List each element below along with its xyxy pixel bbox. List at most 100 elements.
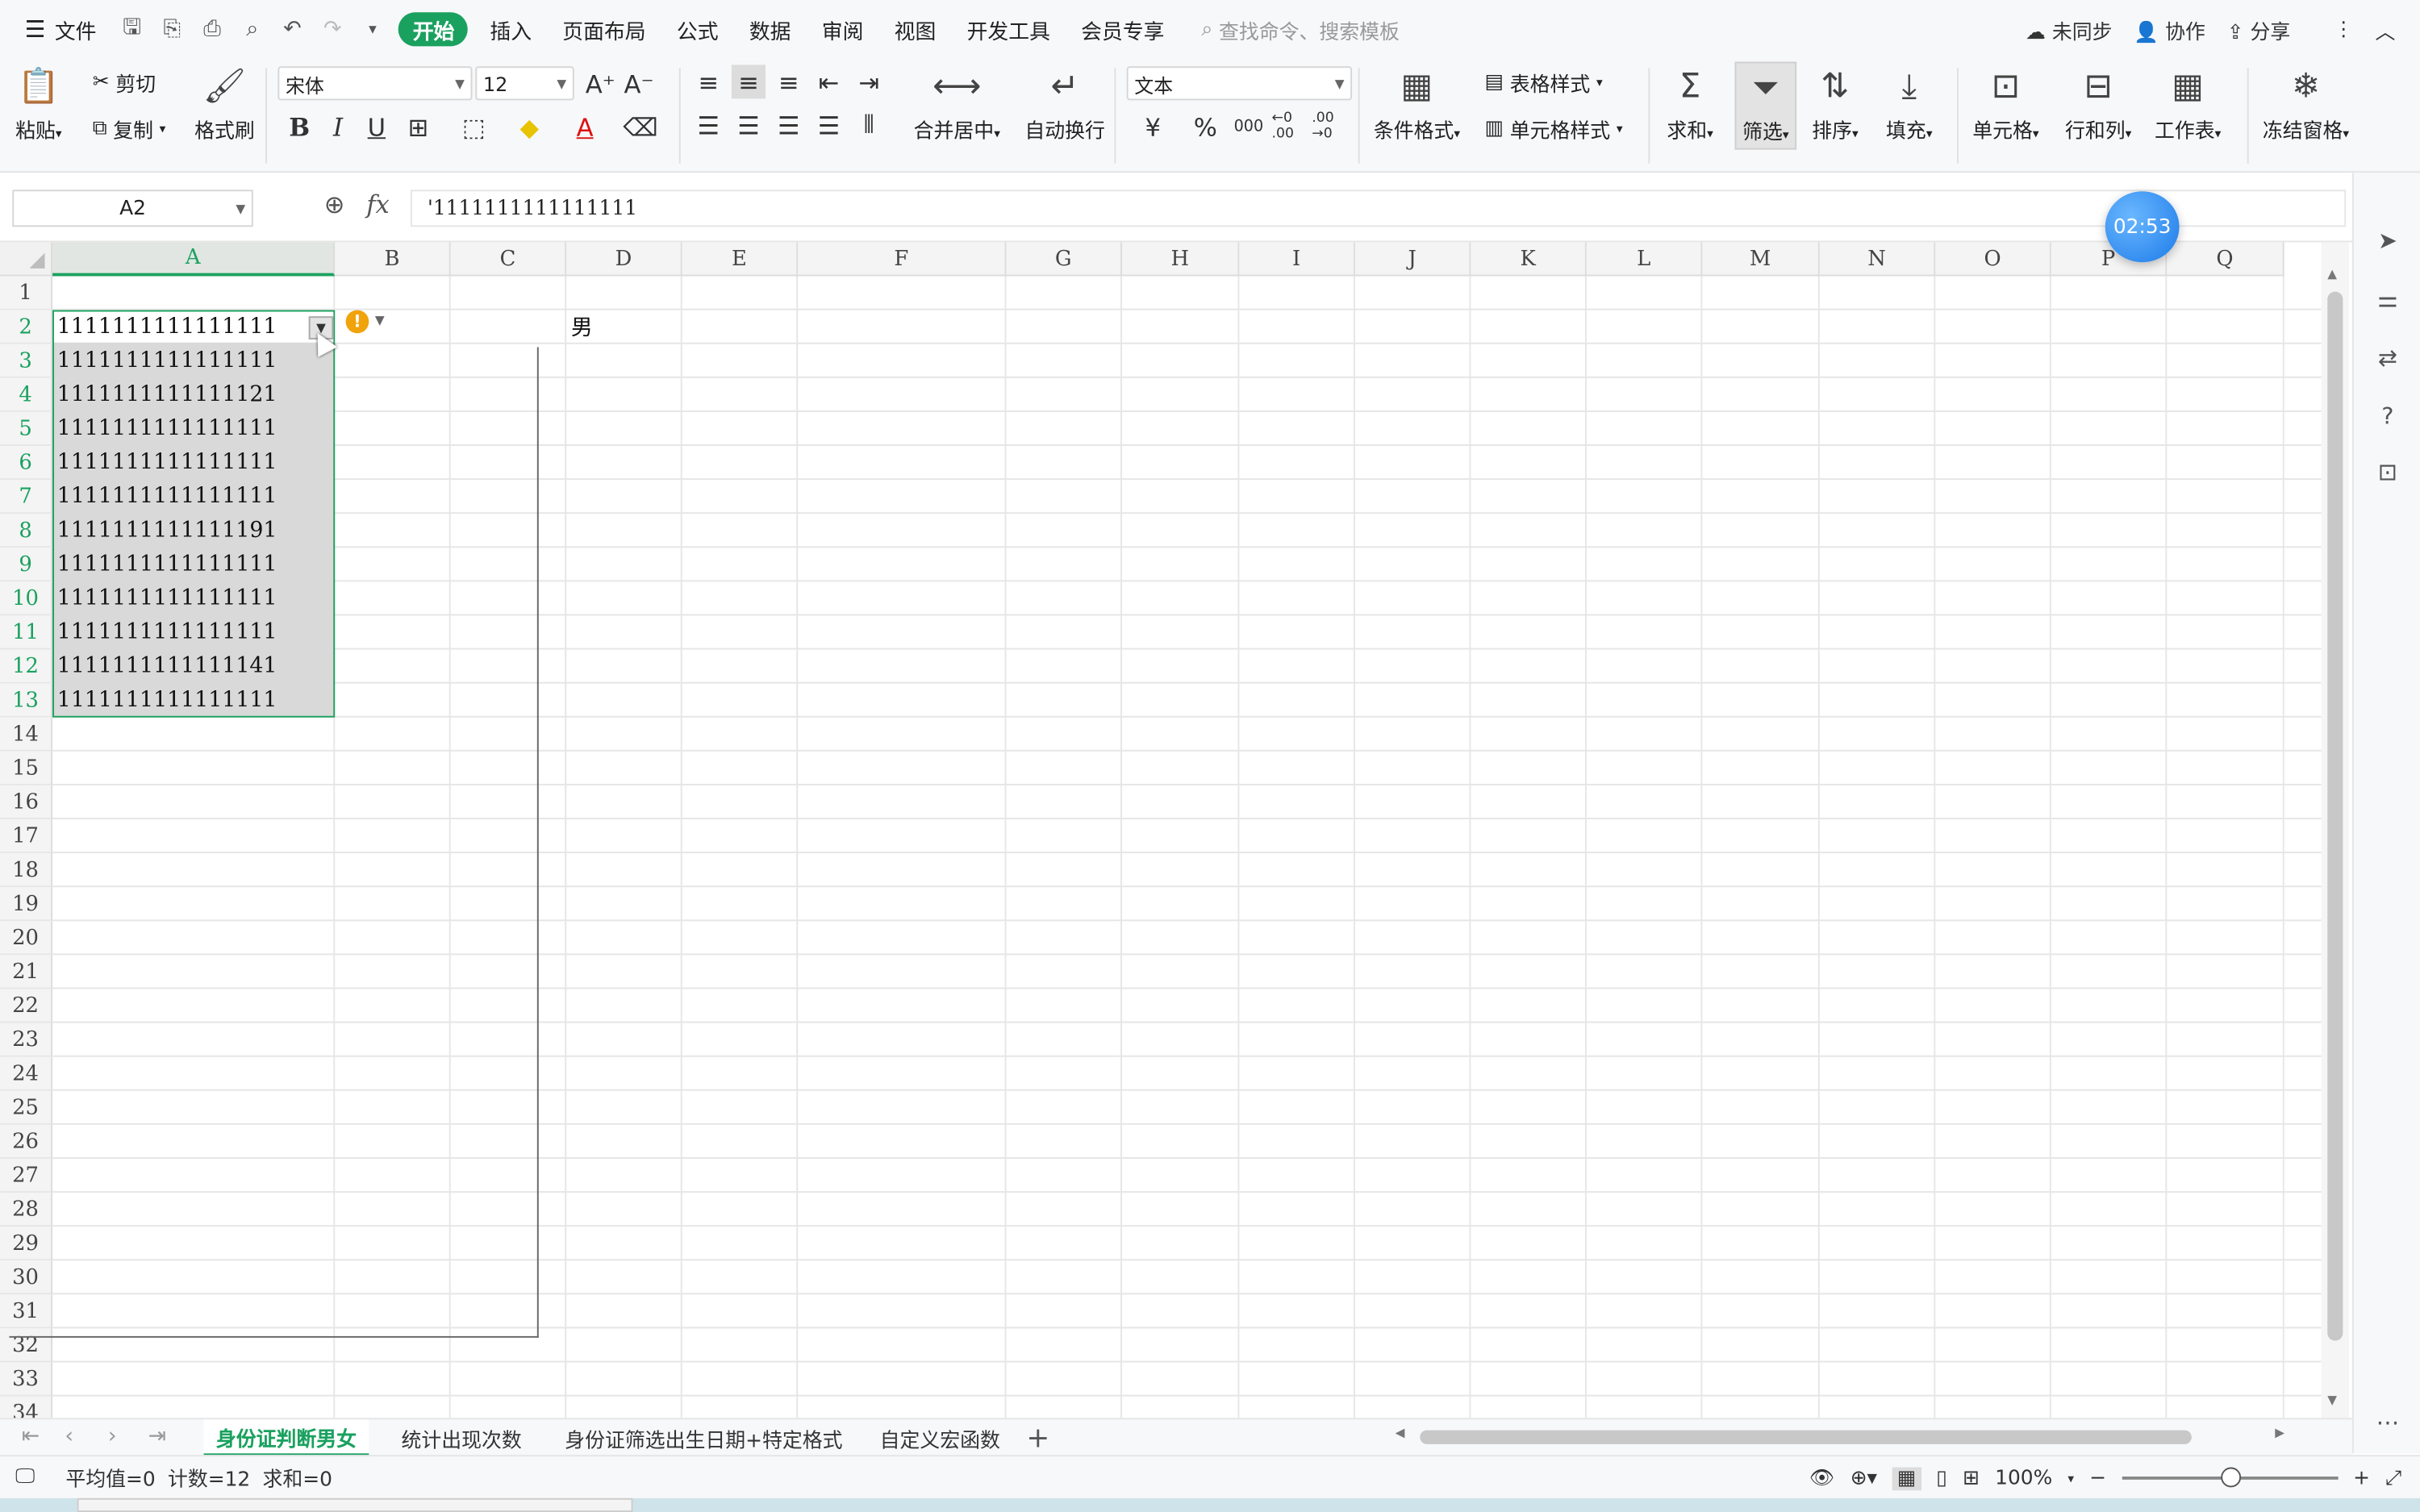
- column-header-i[interactable]: I: [1239, 242, 1355, 277]
- column-header-g[interactable]: G: [1006, 242, 1122, 277]
- cell-d2[interactable]: 男: [566, 310, 682, 344]
- file-menu[interactable]: ☰ 文件: [0, 0, 112, 59]
- scroll-right-icon[interactable]: ▶: [2275, 1426, 2284, 1439]
- first-sheet-icon[interactable]: ⇤: [22, 1424, 40, 1449]
- align-right-icon[interactable]: ☰: [772, 108, 806, 142]
- tab-member[interactable]: 会员专享: [1066, 0, 1180, 59]
- scroll-down-icon[interactable]: ▼: [2327, 1393, 2337, 1407]
- sort-button[interactable]: ⇅ 排序▾: [1812, 65, 1858, 144]
- print-icon[interactable]: ⎙: [192, 0, 232, 59]
- fullscreen-icon[interactable]: ⤢: [2385, 1467, 2401, 1490]
- collab-button[interactable]: 👤 协作: [2134, 15, 2205, 44]
- tab-data[interactable]: 数据: [734, 0, 807, 59]
- column-header-e[interactable]: E: [682, 242, 799, 277]
- row-header-2[interactable]: 2: [0, 310, 53, 344]
- format-painter-button[interactable]: 🖌 格式刷: [194, 65, 255, 144]
- bold-icon[interactable]: B: [282, 110, 316, 144]
- underline-icon[interactable]: U: [360, 110, 394, 144]
- align-middle-icon[interactable]: ≡: [731, 65, 766, 99]
- column-header-n[interactable]: N: [1819, 242, 1936, 277]
- wrap-text-button[interactable]: ↵ 自动换行: [1024, 65, 1105, 144]
- sum-button[interactable]: Σ 求和▾: [1667, 65, 1713, 144]
- normal-view-icon[interactable]: ▦: [1892, 1466, 1921, 1490]
- column-header-m[interactable]: M: [1702, 242, 1820, 277]
- tab-developer[interactable]: 开发工具: [951, 0, 1066, 59]
- align-center-icon[interactable]: ☰: [732, 108, 766, 142]
- thousands-button[interactable]: 000: [1229, 110, 1269, 144]
- sync-button[interactable]: ☁ 未同步: [2026, 15, 2112, 44]
- decrease-indent-icon[interactable]: ⇤: [812, 65, 845, 98]
- tab-home[interactable]: 开始: [398, 12, 469, 47]
- justify-icon[interactable]: ☰: [812, 108, 845, 142]
- column-header-f[interactable]: F: [798, 242, 1007, 277]
- font-color-icon[interactable]: A: [568, 110, 602, 144]
- italic-icon[interactable]: I: [321, 110, 355, 144]
- cut-button[interactable]: ✂ 剪切: [93, 68, 156, 98]
- column-header-h[interactable]: H: [1121, 242, 1240, 277]
- customize-toolbar-icon[interactable]: ▾: [353, 0, 393, 59]
- last-sheet-icon[interactable]: ⇥: [148, 1424, 166, 1449]
- warning-menu-arrow[interactable]: ▼: [375, 313, 385, 327]
- scroll-up-icon[interactable]: ▲: [2327, 267, 2337, 281]
- row-header-34[interactable]: 34: [0, 1396, 53, 1418]
- column-header-l[interactable]: L: [1586, 242, 1703, 277]
- column-header-d[interactable]: D: [566, 242, 682, 277]
- macro-record-icon[interactable]: 🖵: [15, 1466, 35, 1489]
- cell-a2[interactable]: 1111111111111111: [52, 310, 309, 344]
- merge-center-button[interactable]: ⟷ 合并居中▾: [914, 65, 1000, 144]
- save-icon[interactable]: 🖫: [112, 0, 152, 59]
- tab-review[interactable]: 审阅: [807, 0, 879, 59]
- column-header-q[interactable]: Q: [2167, 242, 2284, 277]
- align-top-icon[interactable]: ≡: [691, 65, 725, 98]
- cell-button[interactable]: ⊡ 单元格▾: [1972, 65, 2038, 144]
- font-size-select[interactable]: 12 ▼: [475, 66, 574, 101]
- increase-indent-icon[interactable]: ⇥: [852, 65, 886, 98]
- sheet-grid[interactable]: ABCDEFGHIJKLMNOPQ 1 2 3 4 5 6 7 8 9 10 11 12 13 14 15 1…: [0, 242, 2322, 1418]
- align-left-icon[interactable]: ☰: [691, 108, 725, 142]
- reading-mode-icon[interactable]: ⊕▾: [1850, 1467, 1877, 1490]
- redo-icon[interactable]: ↷: [312, 0, 353, 59]
- help-icon[interactable]: ?: [2372, 401, 2403, 431]
- fill-button[interactable]: ⤓ 填充▾: [1886, 65, 1932, 144]
- print-preview-icon[interactable]: ⌕: [232, 0, 273, 59]
- sheet-tab-1[interactable]: 身份证判断男女: [203, 1419, 369, 1457]
- next-sheet-icon[interactable]: ›: [108, 1424, 117, 1449]
- row-header-33[interactable]: 33: [0, 1362, 53, 1397]
- increase-font-icon[interactable]: A⁺: [583, 66, 617, 100]
- column-header-c[interactable]: C: [450, 242, 567, 277]
- more-icon[interactable]: ⋮: [2334, 18, 2354, 41]
- paste-button[interactable]: 📋 粘贴▾: [15, 65, 61, 144]
- freeze-panes-button[interactable]: ❄ 冻结窗格▾: [2263, 65, 2349, 144]
- row-header-1[interactable]: 1: [0, 276, 53, 310]
- scroll-left-icon[interactable]: ◀: [1396, 1426, 1405, 1439]
- font-name-select[interactable]: 宋体 ▼: [277, 66, 473, 101]
- pointer-icon[interactable]: ➤: [2372, 225, 2403, 256]
- collapse-ribbon-icon[interactable]: ︿: [2376, 15, 2396, 44]
- zoom-out-icon[interactable]: −: [2089, 1467, 2106, 1490]
- align-bottom-icon[interactable]: ≡: [772, 65, 806, 98]
- column-header-k[interactable]: K: [1471, 242, 1587, 277]
- filter-button[interactable]: ⏷ 筛选▾: [1734, 61, 1797, 150]
- decrease-font-icon[interactable]: A⁻: [622, 66, 656, 100]
- transform-icon[interactable]: ⇄: [2372, 343, 2403, 373]
- column-header-o[interactable]: O: [1935, 242, 2051, 277]
- prev-sheet-icon[interactable]: ‹: [65, 1424, 73, 1449]
- formula-input[interactable]: '1111111111111111: [410, 190, 2347, 227]
- add-sheet-icon[interactable]: +: [1026, 1419, 1049, 1456]
- warning-icon[interactable]: !: [345, 310, 369, 334]
- select-all-corner[interactable]: [0, 242, 53, 277]
- worksheet-button[interactable]: ▦ 工作表▾: [2155, 65, 2221, 144]
- conditional-format-button[interactable]: ▦ 条件格式▾: [1374, 65, 1460, 144]
- decrease-decimal-button[interactable]: .00 →0: [1312, 110, 1352, 144]
- undo-icon[interactable]: ↶: [273, 0, 313, 59]
- column-header-a[interactable]: A: [52, 242, 336, 277]
- percent-button[interactable]: %: [1188, 110, 1222, 144]
- archive-icon[interactable]: ⊡: [2372, 456, 2403, 487]
- sheet-tab-2[interactable]: 统计出现次数: [401, 1419, 521, 1456]
- zoom-in-icon[interactable]: +: [2353, 1467, 2370, 1490]
- name-box[interactable]: A2 ▼: [12, 190, 253, 227]
- zoom-slider[interactable]: [2122, 1467, 2339, 1488]
- tab-insert[interactable]: 插入: [474, 0, 547, 59]
- vertical-scroll-thumb[interactable]: [2327, 291, 2343, 1341]
- table-style-button[interactable]: ▤ 表格样式 ▾: [1485, 68, 1603, 98]
